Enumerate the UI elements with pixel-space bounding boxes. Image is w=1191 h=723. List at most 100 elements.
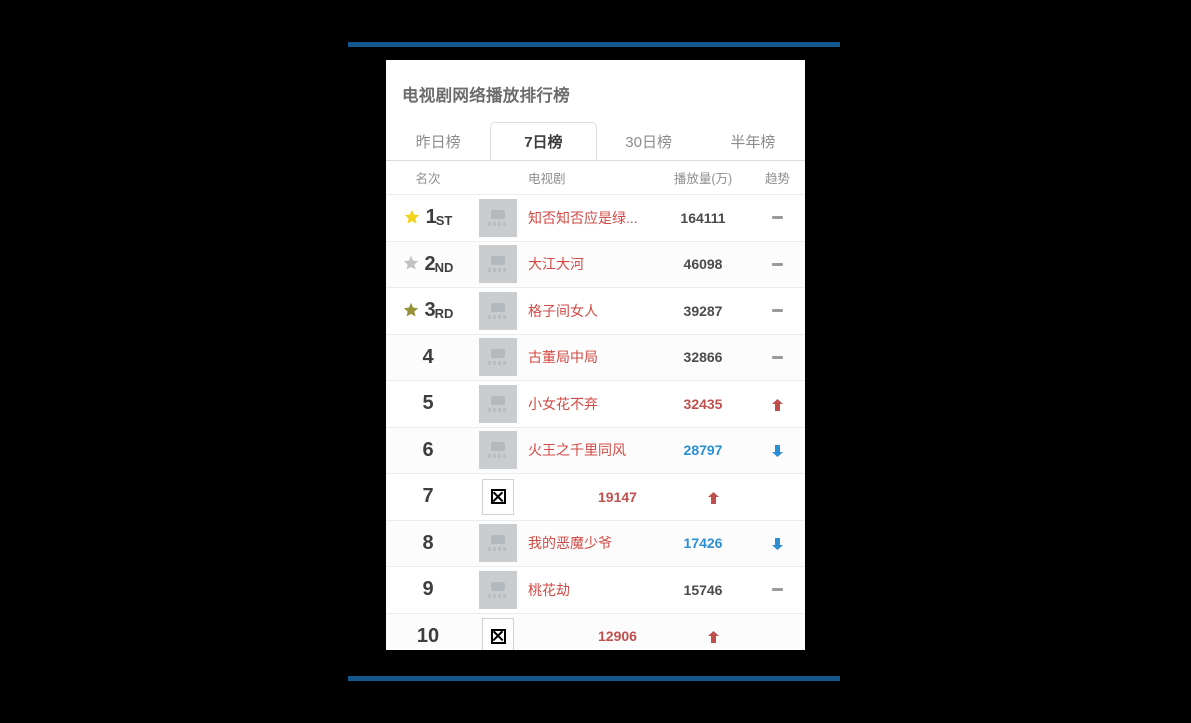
image-placeholder-icon [491,442,505,452]
arrow-up-icon [708,630,719,644]
image-placeholder-lines [488,547,508,552]
trend-up-icon [708,630,767,644]
thumbnail-placeholder [479,198,517,237]
gold-star-icon [404,209,420,225]
play-count-value: 17426 [683,535,723,552]
table-row[interactable]: 7 19147 [386,474,805,521]
dash-icon [772,262,783,266]
thumbnail-cell[interactable] [470,431,526,470]
drama-title-link[interactable]: 知否知否应是绿... [526,208,658,228]
play-count-value: 39287 [683,302,723,319]
rank-suffix: ND [434,259,454,275]
play-count-value: 164111 [680,209,726,226]
screen: 电视剧网络播放排行榜 昨日榜 7日榜 30日榜 半年榜 名次 电视剧 播放量(万) 趋… [0,0,1191,723]
column-header-drama: 电视剧 [528,172,566,186]
drama-title-link[interactable]: 格子间女人 [526,301,658,321]
image-placeholder-icon [491,395,505,405]
trend-flat-icon [748,309,805,313]
rank-number: 7 [422,485,434,508]
table-row[interactable]: 9 桃花劫 15746 [386,567,805,614]
rank-number: 8 [422,531,434,554]
page-content-panel: 电视剧网络播放排行榜 昨日榜 7日榜 30日榜 半年榜 名次 电视剧 播放量(万) 趋… [386,60,805,650]
drama-title-link[interactable]: 古董局中局 [526,347,658,367]
rank-value-group: 6 [422,439,433,462]
bottom-divider-rule [348,676,840,681]
dash-icon [772,588,783,592]
thumbnail-cell[interactable] [470,338,526,377]
play-count-value: 46098 [683,256,723,273]
broken-image-icon [482,618,514,650]
image-placeholder-lines [488,454,508,459]
thumbnail-cell[interactable] [470,245,526,284]
drama-title-link[interactable]: 桃花劫 [526,580,658,600]
table-row[interactable]: 10 12906 [386,613,805,650]
column-header-rank: 名次 [415,172,441,186]
table-row[interactable]: 1ST 知否知否应是绿... 164111 [386,195,805,242]
tab-0[interactable]: 昨日榜 [386,122,490,160]
rank-number: 2 [424,252,436,275]
trend-flat-icon [748,355,805,359]
thumbnail-cell[interactable] [470,478,526,515]
rank-cell: 8 [386,532,470,555]
top-divider-rule [348,42,840,47]
rank-value-group: 5 [422,392,433,415]
image-placeholder-lines [488,314,508,319]
table-row[interactable]: 3RD 格子间女人 39287 [386,288,805,335]
tab-label: 30日榜 [625,133,672,151]
arrow-up-icon [772,398,783,411]
rank-cell: 2ND [386,253,470,276]
ranking-card: 电视剧网络播放排行榜 昨日榜 7日榜 30日榜 半年榜 名次 电视剧 播放量(万) 趋… [386,60,805,650]
drama-title-link[interactable]: 大江大河 [526,254,658,274]
silver-star-icon [403,255,419,271]
image-placeholder-icon [491,349,505,359]
drama-title-link[interactable]: 火王之千里同风 [526,440,658,460]
tab-label: 半年榜 [730,133,776,151]
thumbnail-cell[interactable] [470,570,526,609]
tab-2[interactable]: 30日榜 [597,122,701,160]
play-count-value: 32435 [683,395,723,412]
image-placeholder-lines [488,361,508,366]
rank-value-group: 7 [422,485,433,508]
rank-number: 9 [422,578,434,601]
rank-number: 3 [424,299,436,322]
thumbnail-placeholder [479,570,517,609]
thumbnail-placeholder [479,291,517,330]
broken-image-x-mark [492,630,504,642]
rank-cell: 9 [386,578,470,601]
dash-icon [772,355,783,359]
rank-value-group: 3RD [425,299,454,322]
trend-down-icon [748,444,805,458]
thumbnail-cell[interactable] [470,618,526,650]
thumbnail-cell[interactable] [470,198,526,237]
rank-number: 6 [422,438,434,461]
thumbnail-cell[interactable] [470,291,526,330]
table-row[interactable]: 4 古董局中局 32866 [386,334,805,381]
thumbnail-placeholder [479,431,517,470]
image-placeholder-lines [488,593,508,598]
thumbnail-placeholder [479,384,517,423]
tab-3[interactable]: 半年榜 [701,122,805,160]
table-row[interactable]: 5 小女花不弃 32435 [386,381,805,428]
page-title: 电视剧网络播放排行榜 [402,87,570,105]
rank-value-group: 9 [422,578,433,601]
thumbnail-cell[interactable] [470,384,526,423]
thumbnail-cell[interactable] [470,524,526,563]
rank-cell: 5 [386,392,470,415]
tab-label: 昨日榜 [415,133,461,151]
trend-up-icon [708,491,767,504]
thumbnail-placeholder [479,245,517,284]
table-row[interactable]: 6 火王之千里同风 28797 [386,427,805,474]
rank-suffix: RD [434,306,454,322]
arrow-down-icon [772,537,783,551]
rank-cell: 4 [386,346,470,369]
rank-cell: 10 [386,625,470,648]
drama-title-link[interactable]: 小女花不弃 [526,394,658,414]
table-row[interactable]: 8 我的恶魔少爷 17426 [386,520,805,567]
drama-title-link[interactable]: 我的恶魔少爷 [526,533,658,553]
broken-image-icon [482,478,514,515]
trend-flat-icon [748,588,805,592]
tab-1[interactable]: 7日榜 [490,122,597,160]
trend-down-icon [748,537,805,551]
table-row[interactable]: 2ND 大江大河 46098 [386,241,805,288]
broken-image-x-box [490,489,506,505]
